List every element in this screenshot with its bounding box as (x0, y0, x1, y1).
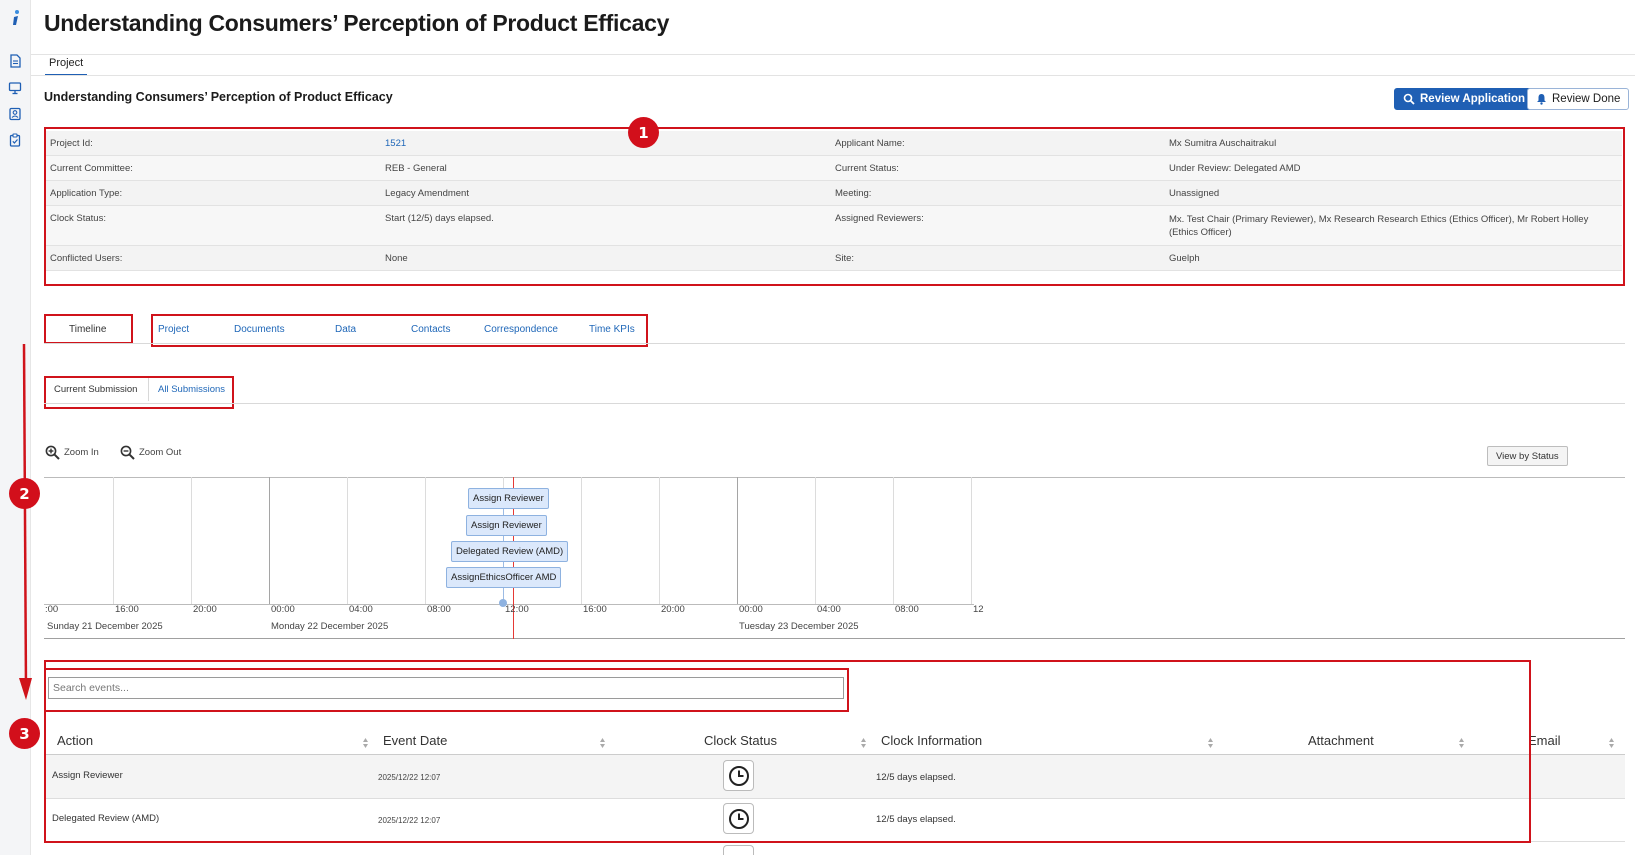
annotation-box-info (44, 127, 1625, 286)
timeline-day-label: Tuesday 23 December 2025 (739, 621, 859, 632)
tabs-divider (44, 343, 1625, 344)
annotation-badge-3: 3 (9, 718, 40, 749)
timeline-tick: 12:00 (505, 604, 529, 615)
timeline-tick: 08:00 (895, 604, 919, 615)
annotation-box-submissions (44, 376, 234, 409)
timeline-bottom-border (44, 638, 1625, 639)
timeline-gridline (737, 477, 738, 604)
sort-icon[interactable] (1608, 737, 1615, 749)
zoom-out-button[interactable]: Zoom Out (120, 445, 181, 460)
timeline-gridline (113, 477, 114, 604)
review-done-button[interactable]: Review Done (1527, 88, 1630, 110)
timeline-gridline (815, 477, 816, 604)
id-card-icon[interactable] (8, 107, 22, 121)
column-header-email[interactable]: Email (1528, 733, 1561, 748)
annotation-arrow-icon (19, 343, 32, 700)
timeline-tick: 12 (973, 604, 984, 615)
review-application-label: Review Application (1420, 93, 1526, 105)
tab-project-main[interactable]: Project (45, 54, 88, 76)
timeline-event[interactable]: AssignEthicsOfficer AMD (446, 567, 562, 588)
timeline-tick: 00:00 (271, 604, 295, 615)
timeline-tick: :00 (45, 604, 59, 615)
review-done-label: Review Done (1552, 93, 1621, 105)
monitor-icon[interactable] (8, 81, 22, 95)
timeline-tick: 20:00 (661, 604, 685, 615)
timeline-tick: 08:00 (427, 604, 451, 615)
timeline-tick: 00:00 (739, 604, 763, 615)
bell-icon (1537, 94, 1546, 105)
timeline-tick: 16:00 (583, 604, 607, 615)
header-divider (31, 54, 1635, 55)
document-icon[interactable] (8, 54, 22, 68)
submissions-divider (44, 403, 1625, 404)
view-by-status-button[interactable]: View by Status (1487, 446, 1568, 466)
zoom-in-button[interactable]: Zoom In (45, 445, 99, 460)
timeline-event[interactable]: Assign Reviewer (466, 515, 547, 536)
review-application-button[interactable]: Review Application (1394, 88, 1535, 110)
annotation-box-events (44, 660, 1531, 843)
timeline-tick: 04:00 (817, 604, 841, 615)
timeline-day-label: Monday 22 December 2025 (271, 621, 389, 632)
annotation-box-timeline (44, 314, 133, 344)
zoom-in-label: Zoom In (64, 447, 99, 458)
main-content: Understanding Consumers’ Perception of P… (9, 0, 1635, 855)
zoom-out-icon (120, 445, 135, 460)
timeline-gridline (191, 477, 192, 604)
timeline-day-label: Sunday 21 December 2025 (47, 621, 163, 632)
search-icon (1403, 93, 1415, 105)
timeline-gridline (893, 477, 894, 604)
page-title: Understanding Consumers’ Perception of P… (44, 10, 670, 36)
timeline-tick: 04:00 (349, 604, 373, 615)
timeline-tick: 20:00 (193, 604, 217, 615)
zoom-in-icon (45, 445, 60, 460)
timeline-tick: 16:00 (115, 604, 139, 615)
timeline-event[interactable]: Delegated Review (AMD) (451, 541, 569, 562)
timeline-gridline (269, 477, 270, 604)
zoom-out-label: Zoom Out (139, 447, 182, 458)
timeline-gridline (581, 477, 582, 604)
clipboard-icon[interactable] (8, 133, 22, 147)
timeline-gridline (971, 477, 972, 604)
timeline-top-border (44, 477, 1625, 478)
annotation-badge-1: 1 (628, 117, 659, 148)
clock-status-button-partial[interactable] (723, 845, 754, 855)
annotation-badge-2: 2 (9, 478, 40, 509)
timeline-gridline (659, 477, 660, 604)
section-title: Understanding Consumers’ Perception of P… (44, 90, 393, 104)
timeline-event[interactable]: Assign Reviewer (468, 488, 549, 509)
logo-icon[interactable] (9, 9, 23, 27)
tab-divider (31, 75, 1635, 76)
timeline-gridline (425, 477, 426, 604)
timeline-gridline (347, 477, 348, 604)
